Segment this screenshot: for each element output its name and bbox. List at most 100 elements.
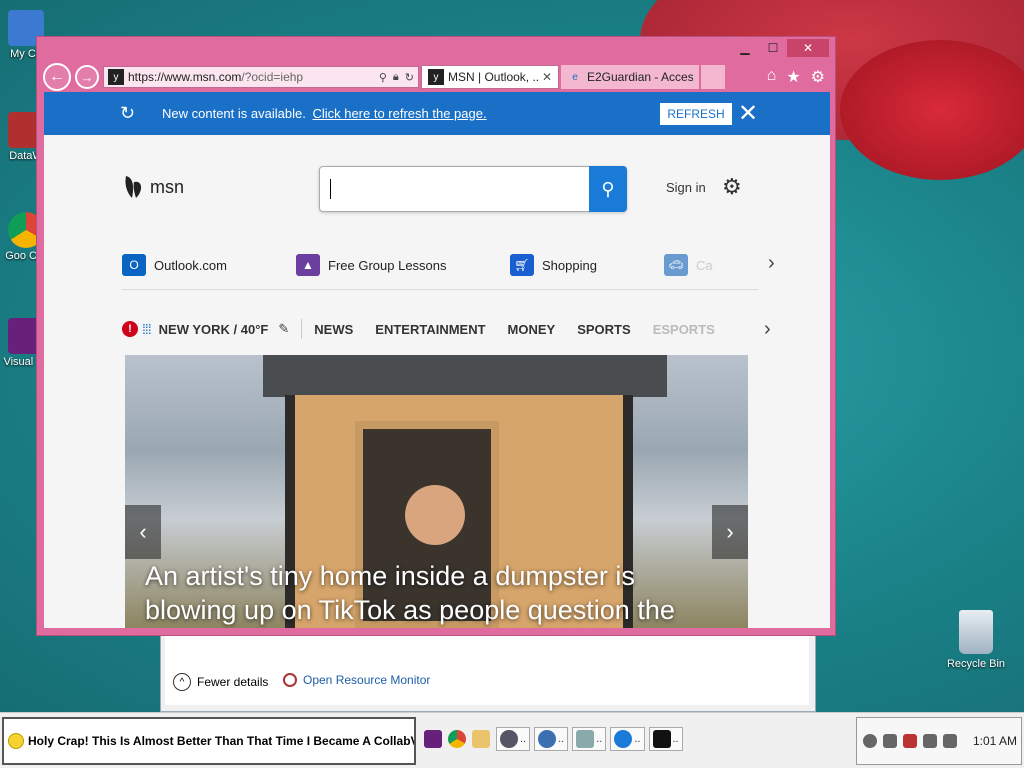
hero-headline[interactable]: An artist's tiny home inside a dumpster … bbox=[145, 559, 725, 627]
quick-link-cars[interactable]: 🚗︎ Ca bbox=[664, 254, 713, 276]
taskbar-app-3[interactable]: .. bbox=[572, 727, 607, 751]
tray-network-error-icon[interactable] bbox=[903, 734, 917, 748]
app-icon bbox=[500, 730, 518, 748]
monitor-icon bbox=[576, 730, 595, 748]
tray-network-icon[interactable] bbox=[923, 734, 937, 748]
taskbar: Holy Crap! This Is Almost Better Than Th… bbox=[0, 712, 1024, 768]
window-controls: ▁ ☐ ✕ bbox=[731, 39, 829, 57]
web-page: ↻ New content is available. Click here t… bbox=[44, 92, 830, 628]
wallpaper-flower-petal bbox=[840, 40, 1024, 180]
home-icon[interactable]: ⌂ bbox=[767, 67, 777, 87]
sign-in-link[interactable]: Sign in bbox=[666, 180, 706, 195]
category-nav: ! ⁞⁞⁞ NEW YORK / 40°F ✎ NEWS ENTERTAINME… bbox=[122, 314, 762, 344]
minimize-button[interactable]: ▁ bbox=[731, 39, 759, 57]
address-bar[interactable]: y https://www.msn.com/?ocid=iehp ⚲ 🔒︎ ↻ bbox=[103, 66, 419, 88]
clock[interactable]: 1:01 AM bbox=[973, 734, 1017, 748]
quick-link-free-group-lessons[interactable]: ▲ Free Group Lessons bbox=[296, 254, 447, 276]
nav-divider bbox=[301, 319, 303, 339]
msn-butterfly-icon bbox=[125, 176, 142, 198]
quick-links: O Outlook.com ▲ Free Group Lessons 🛒︎ Sh… bbox=[122, 250, 758, 290]
nav-entertainment[interactable]: ENTERTAINMENT bbox=[375, 322, 485, 337]
tray-refresh-icon[interactable] bbox=[863, 734, 877, 748]
start-button[interactable]: Holy Crap! This Is Almost Better Than Th… bbox=[2, 717, 416, 765]
tab-close-icon[interactable]: ✕ bbox=[542, 70, 552, 84]
quick-links-next-icon[interactable]: › bbox=[768, 252, 775, 275]
taskbar-explorer[interactable] bbox=[472, 727, 492, 751]
search-icon: ⚲ bbox=[601, 178, 615, 199]
msn-favicon-icon: y bbox=[108, 69, 124, 85]
resource-monitor-icon bbox=[283, 673, 297, 687]
settings-gear-icon[interactable]: ⚙ bbox=[811, 67, 825, 87]
fewer-details-button[interactable]: ^ Fewer details bbox=[173, 673, 268, 691]
browser-tool-icons: ⌂ ★ ⚙ bbox=[767, 67, 831, 87]
taskbar-app-1[interactable]: .. bbox=[496, 727, 531, 751]
desktop-icon-recycle-bin[interactable]: Recycle Bin bbox=[940, 610, 1012, 670]
chevron-up-icon: ^ bbox=[173, 673, 191, 691]
outlook-icon: O bbox=[122, 254, 146, 276]
globe-icon bbox=[538, 730, 557, 748]
open-resource-monitor-link[interactable]: Open Resource Monitor bbox=[283, 673, 430, 687]
graduation-cap-icon: ▲ bbox=[296, 254, 320, 276]
taskbar-apps: .. .. .. .. .. bbox=[424, 727, 683, 751]
ie-icon bbox=[614, 730, 633, 748]
smiley-icon bbox=[8, 733, 24, 749]
weather-location[interactable]: NEW YORK / 40°F bbox=[159, 322, 269, 337]
msn-favicon-icon: y bbox=[428, 69, 444, 85]
close-banner-icon[interactable]: ✕ bbox=[738, 99, 758, 128]
terminal-icon bbox=[652, 730, 671, 748]
desktop: My Co DataW Goo Chr Visual 20 Recycle Bi… bbox=[0, 0, 1024, 712]
lock-icon[interactable]: 🔒︎ bbox=[393, 71, 399, 84]
taskbar-chrome[interactable] bbox=[448, 727, 468, 751]
system-tray: 1:01 AM bbox=[856, 717, 1022, 765]
taskbar-command-prompt[interactable]: .. bbox=[648, 727, 683, 751]
taskbar-internet-explorer[interactable]: .. bbox=[610, 727, 645, 751]
tab-msn[interactable]: y MSN | Outlook, ... ✕ bbox=[421, 65, 559, 89]
refresh-page-link[interactable]: Click here to refresh the page. bbox=[312, 106, 486, 121]
address-bar-actions: ⚲ 🔒︎ ↻ bbox=[379, 71, 414, 84]
hero-carousel[interactable]: ‹ › An artist's tiny home inside a dumps… bbox=[125, 355, 748, 628]
refresh-icon: ↻ bbox=[120, 103, 136, 123]
nav-sports[interactable]: SPORTS bbox=[577, 322, 630, 337]
new-content-banner: ↻ New content is available. Click here t… bbox=[44, 92, 830, 135]
carousel-next-button[interactable]: › bbox=[712, 505, 748, 559]
quick-link-outlook[interactable]: O Outlook.com bbox=[122, 254, 227, 276]
text-caret bbox=[330, 179, 331, 199]
maximize-button[interactable]: ☐ bbox=[759, 39, 787, 57]
tab-e2guardian[interactable]: e E2Guardian - Acces... bbox=[561, 65, 699, 89]
task-manager-footer bbox=[165, 635, 809, 705]
carousel-prev-button[interactable]: ‹ bbox=[125, 505, 161, 559]
folder-icon bbox=[472, 730, 490, 748]
categories-next-icon[interactable]: › bbox=[764, 318, 771, 341]
refresh-icon[interactable]: ↻ bbox=[405, 71, 414, 84]
taskbar-visual-studio[interactable] bbox=[424, 727, 444, 751]
tray-volume-icon[interactable] bbox=[943, 734, 957, 748]
taskbar-app-2[interactable]: .. bbox=[534, 727, 569, 751]
browser-toolbar: ← → y https://www.msn.com/?ocid=iehp ⚲ 🔒… bbox=[43, 61, 831, 93]
close-button[interactable]: ✕ bbox=[787, 39, 829, 57]
gear-icon[interactable]: ⚙ bbox=[722, 174, 742, 200]
search-button[interactable]: ⚲ bbox=[589, 166, 627, 212]
msn-logo[interactable]: msn bbox=[122, 174, 184, 200]
banner-message: New content is available. bbox=[162, 106, 306, 121]
new-tab-button[interactable] bbox=[701, 65, 725, 89]
forward-button[interactable]: → bbox=[75, 65, 99, 89]
refresh-button[interactable]: REFRESH bbox=[660, 103, 732, 125]
nav-esports[interactable]: ESPORTS bbox=[653, 322, 715, 337]
search-icon[interactable]: ⚲ bbox=[379, 71, 387, 84]
quick-link-shopping[interactable]: 🛒︎ Shopping bbox=[510, 254, 597, 276]
browser-window: ▁ ☐ ✕ ← → y https://www.msn.com/?ocid=ie… bbox=[36, 36, 836, 636]
hero-image-person bbox=[405, 485, 465, 545]
weather-alert-icon[interactable]: ! bbox=[122, 321, 138, 337]
back-button[interactable]: ← bbox=[43, 63, 71, 91]
edit-location-icon[interactable]: ✎ bbox=[278, 321, 289, 337]
nav-money[interactable]: MONEY bbox=[508, 322, 556, 337]
visual-studio-icon bbox=[424, 730, 442, 748]
nav-news[interactable]: NEWS bbox=[314, 322, 353, 337]
hero-image-roof bbox=[263, 355, 667, 397]
shopping-cart-icon: 🛒︎ bbox=[510, 254, 534, 276]
favorites-star-icon[interactable]: ★ bbox=[786, 67, 800, 87]
chrome-icon bbox=[448, 730, 466, 748]
search-input[interactable]: ⚲ bbox=[319, 166, 627, 212]
address-url: https://www.msn.com/?ocid=iehp bbox=[128, 70, 304, 84]
tray-stop-icon[interactable] bbox=[883, 734, 897, 748]
